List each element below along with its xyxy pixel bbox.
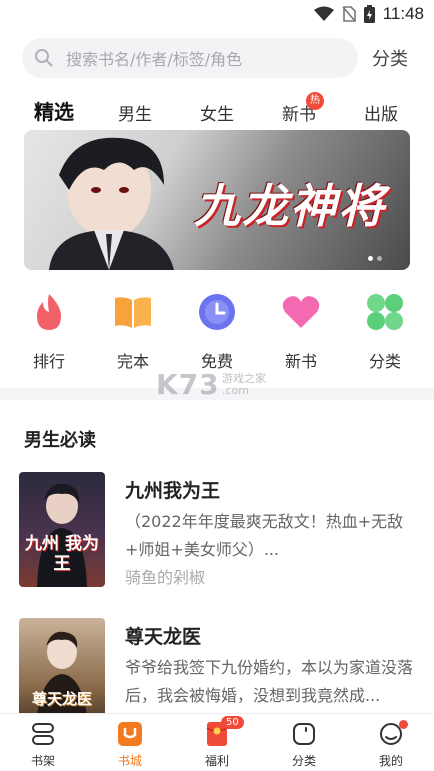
search-row: 搜索书名/作者/标签/角色 分类 [22, 38, 414, 78]
book-description: （2022年年度最爽无敌文！热血+无敌+师姐+美女师父）... [125, 512, 404, 559]
shortcut-ranking[interactable]: 排行 [14, 292, 84, 372]
book-item[interactable]: 尊天龙医 尊天龙医 爷爷给我签下九份婚约，本以为家道没落后，我会被悔婚，没想到我… [19, 618, 419, 733]
grid-icon [367, 294, 403, 330]
search-input[interactable]: 搜索书名/作者/标签/角色 [22, 38, 358, 78]
shortcut-label: 分类 [368, 352, 401, 371]
promo-banner[interactable]: 九龙神将 [24, 130, 410, 270]
nav-label: 福利 [204, 754, 229, 768]
tab-featured[interactable]: 精选 [34, 96, 74, 125]
search-placeholder: 搜索书名/作者/标签/角色 [66, 50, 243, 69]
shortcut-completed[interactable]: 完本 [98, 292, 168, 372]
channel-tabs: 精选 男生 女生 新书 热 出版 [0, 92, 434, 130]
nav-rewards[interactable]: 50 福利 [187, 716, 247, 769]
shortcut-label: 新书 [284, 352, 317, 371]
book-author: 骑鱼的剁椒 [125, 568, 206, 587]
nav-label: 我的 [378, 754, 403, 768]
banner-dot-active [368, 256, 373, 261]
banner-pagination [368, 256, 382, 261]
shortcut-new-books[interactable]: 新书 [266, 292, 336, 372]
watermark-domain: .com [222, 384, 249, 397]
tab-female[interactable]: 女生 [200, 100, 234, 125]
shortcut-categories[interactable]: 分类 [350, 292, 420, 372]
book-cover: 九州 我为王 [19, 472, 105, 587]
wifi-icon [313, 6, 334, 21]
open-book-icon [115, 297, 151, 328]
notification-dot [399, 720, 408, 729]
status-bar: 11:48 [0, 0, 434, 30]
book-description: 爷爷给我签下九份婚约，本以为家道没落后，我会被悔婚，没想到我竟然成... [125, 658, 414, 705]
nav-categories[interactable]: 分类 [274, 720, 334, 769]
status-time: 11:48 [382, 4, 424, 23]
banner-dot [377, 256, 382, 261]
nav-bookstore[interactable]: 书城 [100, 720, 160, 769]
flame-icon [37, 294, 61, 330]
shortcut-free[interactable]: 免费 [182, 292, 252, 372]
shortcut-label: 排行 [32, 352, 65, 371]
tab-published[interactable]: 出版 [364, 100, 398, 125]
category-button[interactable]: 分类 [372, 45, 408, 71]
book-title: 尊天龙医 [125, 626, 202, 648]
search-icon [35, 49, 53, 67]
bottom-navigation: 书架 书城 50 福利 分类 我的 [0, 713, 434, 771]
hot-badge: 热 [306, 92, 324, 110]
watermark-logo: K73 [156, 368, 220, 401]
clock-icon [199, 294, 235, 330]
category-icon [293, 723, 315, 745]
nav-label: 分类 [291, 754, 316, 768]
nav-label: 书城 [117, 754, 142, 768]
tab-new-books[interactable]: 新书 热 [282, 92, 324, 125]
bookstore-icon [118, 722, 142, 746]
shortcut-grid: 排行 完本 免费 新书 分类 [0, 292, 434, 372]
banner-title: 九龙神将 [194, 179, 386, 233]
no-sim-icon [342, 6, 356, 22]
section-title: 男生必读 [24, 430, 96, 451]
book-cover-title: 尊天龙医 [31, 690, 92, 708]
status-icons: 11:48 [313, 4, 424, 24]
nav-label: 书架 [30, 754, 55, 768]
nav-bookshelf[interactable]: 书架 [13, 720, 73, 769]
bookshelf-icon [32, 723, 54, 745]
book-item[interactable]: 九州 我为王 九州我为王 （2022年年度最爽无敌文！热血+无敌+师姐+美女师父… [19, 472, 419, 592]
rewards-badge: 50 [221, 716, 244, 729]
book-cover-title: 九州 我为王 [25, 534, 99, 574]
book-title: 九州我为王 [125, 480, 221, 502]
nav-profile[interactable]: 我的 [361, 720, 421, 769]
heart-icon [282, 296, 320, 328]
tab-male[interactable]: 男生 [118, 100, 152, 125]
battery-charging-icon [363, 5, 375, 23]
